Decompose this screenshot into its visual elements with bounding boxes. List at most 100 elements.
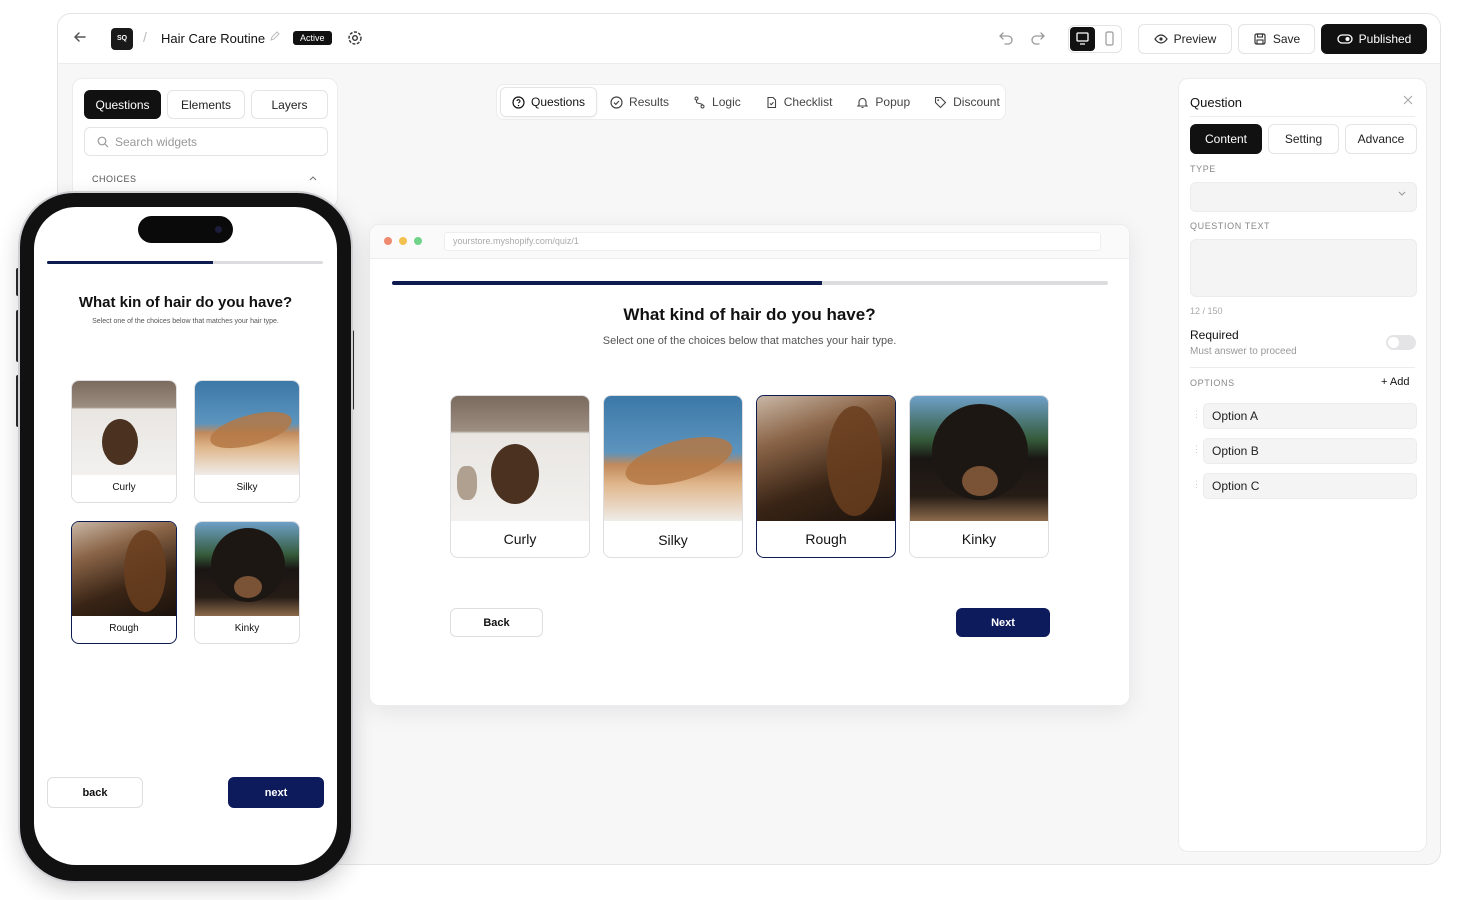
address-bar[interactable]: yourstore.myshopify.com/quiz/1 (444, 232, 1101, 251)
tab-results[interactable]: Results (599, 87, 680, 117)
chevron-down-icon (1398, 189, 1406, 200)
device-toggle (1068, 25, 1122, 53)
tab-elements[interactable]: Elements (167, 90, 245, 119)
plus-icon: + (1381, 376, 1390, 388)
add-label: Add (1389, 376, 1410, 388)
option-input[interactable]: Option C (1203, 473, 1417, 499)
mobile-question-title: What kin of hair do you have? (78, 294, 293, 311)
tab-content[interactable]: Content (1190, 124, 1262, 154)
options-label: OPTIONS (1190, 378, 1235, 388)
mobile-choice-kinky[interactable]: Kinky (194, 521, 300, 644)
choice-label: Silky (236, 482, 258, 493)
camera-icon (215, 226, 222, 233)
dynamic-island (138, 216, 233, 243)
mobile-choice-curly[interactable]: Curly (71, 380, 177, 503)
add-option-button[interactable]: + Add (1381, 376, 1409, 388)
tab-label: Popup (875, 95, 911, 109)
question-circle-icon (512, 95, 525, 109)
curly-hair-image (72, 381, 176, 475)
mobile-back-button[interactable]: back (47, 777, 143, 808)
tab-label: Questions (531, 95, 586, 109)
quiz-progress-fill (392, 281, 822, 285)
branch-icon (694, 96, 705, 108)
back-arrow-icon[interactable] (70, 29, 90, 49)
hair-shape (491, 444, 539, 504)
tab-checklist[interactable]: Checklist (754, 87, 844, 117)
chevron-up-icon[interactable] (309, 173, 317, 183)
desktop-preview: yourstore.myshopify.com/quiz/1 What kind… (369, 224, 1130, 706)
phone-screen: What kin of hair do you have? Select one… (34, 207, 337, 865)
window-close-dot (384, 237, 392, 245)
builder-tabs: Questions Results Logic Checklist Popup … (496, 84, 1006, 120)
mobile-choice-rough[interactable]: Rough (71, 521, 177, 644)
tab-logic[interactable]: Logic (682, 87, 752, 117)
browser-bar: yourstore.myshopify.com/quiz/1 (370, 225, 1129, 259)
hair-shape (124, 530, 166, 612)
hair-shape (620, 427, 738, 495)
type-select[interactable] (1190, 182, 1417, 212)
tab-questions-main[interactable]: Questions (500, 87, 598, 117)
mobile-view-icon[interactable] (1099, 30, 1119, 48)
tab-setting[interactable]: Setting (1268, 124, 1339, 154)
face-shape (234, 576, 262, 598)
project-title[interactable]: Hair Care Routine (161, 31, 265, 46)
choice-card-kinky[interactable]: Kinky (909, 395, 1049, 558)
published-button[interactable]: Published (1321, 24, 1427, 54)
app-logo: SQ (111, 28, 133, 50)
quiz-progress-bar (392, 281, 1108, 285)
option-input[interactable]: Option A (1203, 403, 1417, 429)
desktop-view-icon[interactable] (1070, 27, 1095, 51)
check-circle-icon (610, 95, 623, 109)
save-icon (1254, 33, 1266, 45)
required-toggle[interactable] (1386, 335, 1416, 350)
tab-advance[interactable]: Advance (1345, 124, 1417, 154)
panel-title: Question (1190, 95, 1243, 110)
bell-icon (857, 97, 869, 108)
breadcrumb-separator: / (143, 29, 147, 45)
search-widgets-input[interactable]: Search widgets (84, 127, 328, 156)
divider (1190, 116, 1415, 117)
undo-icon[interactable] (998, 29, 1014, 50)
type-label: TYPE (1190, 164, 1216, 174)
status-badge: Active (293, 31, 332, 45)
preview-button[interactable]: Preview (1138, 24, 1232, 54)
choice-card-rough[interactable]: Rough (756, 395, 896, 558)
question-text-label: QUESTION TEXT (1190, 221, 1271, 231)
tab-layers[interactable]: Layers (251, 90, 328, 119)
mobile-preview: What kin of hair do you have? Select one… (20, 193, 351, 881)
window-minimize-dot (399, 237, 407, 245)
choice-card-silky[interactable]: Silky (603, 395, 743, 558)
hair-shape (102, 419, 138, 465)
question-settings-panel: Question Content Setting Advance TYPE QU… (1178, 78, 1427, 852)
face-shape (962, 466, 998, 496)
choice-label: Kinky (234, 623, 260, 634)
mobile-next-button[interactable]: next (228, 777, 324, 808)
section-title-choices: CHOICES (92, 174, 137, 184)
widgets-tabs: Questions Elements Layers (84, 90, 328, 119)
required-description: Must answer to proceed (1190, 346, 1297, 357)
redo-icon[interactable] (1030, 29, 1046, 50)
document-check-icon (767, 96, 776, 108)
choice-card-curly[interactable]: Curly (450, 395, 590, 558)
choice-label: Rough (805, 531, 847, 547)
mobile-choice-silky[interactable]: Silky (194, 380, 300, 503)
top-bar: SQ / Hair Care Routine Active Preview Sa… (58, 14, 1440, 64)
back-button[interactable]: Back (450, 608, 543, 637)
tab-popup[interactable]: Popup (845, 87, 921, 117)
close-icon[interactable] (1403, 92, 1413, 108)
gear-icon[interactable] (346, 29, 364, 47)
mobile-progress-bar (47, 261, 323, 264)
question-text-field[interactable] (1190, 239, 1417, 297)
tab-discount[interactable]: Discount (923, 87, 1011, 117)
save-button[interactable]: Save (1238, 24, 1315, 54)
hair-shape (206, 404, 296, 456)
char-count: 12 / 150 (1190, 306, 1223, 316)
edit-pencil-icon[interactable] (270, 31, 280, 44)
rough-hair-image (72, 522, 176, 616)
tab-label: Discount (953, 95, 1000, 109)
tab-questions[interactable]: Questions (84, 90, 161, 119)
option-input[interactable]: Option B (1203, 438, 1417, 464)
next-button[interactable]: Next (956, 608, 1050, 637)
eye-icon (1153, 34, 1168, 44)
choice-label: Curly (503, 531, 537, 547)
